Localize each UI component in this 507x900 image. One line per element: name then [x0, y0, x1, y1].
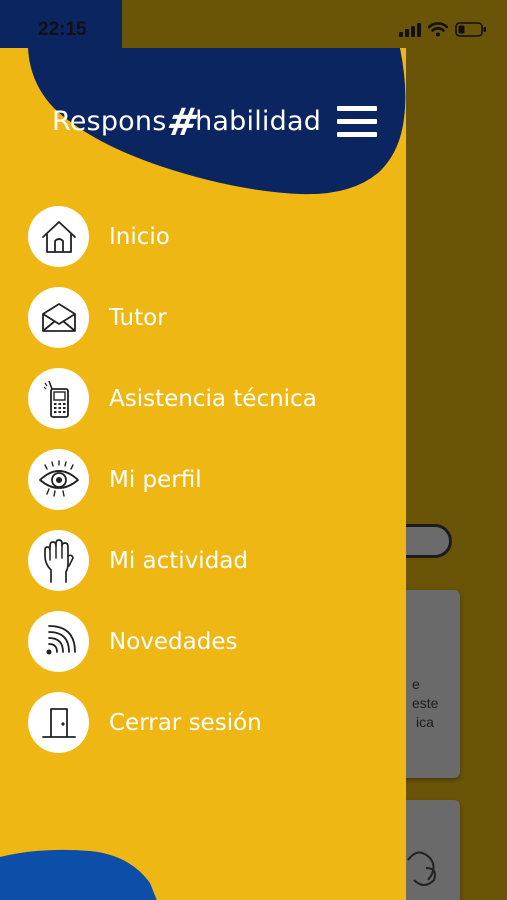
- menu-label: Inicio: [109, 223, 170, 250]
- menu-icon-badge: [28, 287, 89, 348]
- menu-item-asistencia-tecnica[interactable]: Asistencia técnica: [28, 368, 388, 429]
- hamburger-bar: [337, 132, 377, 137]
- door-icon: [41, 707, 76, 738]
- phone-icon: [43, 380, 69, 418]
- app-screen: e este ica 22:15 Respons # habilidad Ini…: [0, 0, 507, 900]
- status-time: 22:15: [38, 19, 87, 40]
- logo-text-part2: habilidad: [195, 106, 322, 137]
- app-logo: Respons # habilidad: [52, 99, 322, 144]
- battery-icon: [455, 22, 486, 37]
- menu-label: Asistencia técnica: [109, 385, 317, 412]
- menu-icon-badge: [28, 449, 89, 510]
- menu-item-cerrar-sesion[interactable]: Cerrar sesión: [28, 692, 388, 753]
- menu-item-mi-actividad[interactable]: Mi actividad: [28, 530, 388, 591]
- hamburger-bar: [337, 119, 377, 124]
- status-bar: 22:15: [0, 0, 507, 48]
- menu-item-inicio[interactable]: Inicio: [28, 206, 388, 267]
- navigation-drawer: Respons # habilidad Inicio Tutor Asisten…: [0, 48, 406, 900]
- background-illustration: [407, 851, 436, 886]
- menu-label: Novedades: [109, 628, 238, 655]
- hand-icon: [43, 538, 74, 583]
- menu-label: Mi actividad: [109, 547, 248, 574]
- menu-icon-badge: [28, 530, 89, 591]
- menu-item-novedades[interactable]: Novedades: [28, 611, 388, 672]
- hamburger-bar: [337, 106, 377, 111]
- footer-blob: [0, 849, 157, 900]
- eye-icon: [38, 459, 79, 497]
- wifi-signal-icon: [46, 624, 76, 654]
- home-icon: [41, 220, 76, 253]
- menu-item-tutor[interactable]: Tutor: [28, 287, 388, 348]
- logo-hash: #: [164, 99, 198, 144]
- menu-label: Mi perfil: [109, 466, 202, 493]
- wifi-icon: [428, 22, 448, 37]
- logo-text-part1: Respons: [52, 106, 167, 137]
- menu-icon-badge: [28, 611, 89, 672]
- menu-item-mi-perfil[interactable]: Mi perfil: [28, 449, 388, 510]
- menu-label: Tutor: [109, 304, 167, 331]
- menu-icon-badge: [28, 692, 89, 753]
- menu-icon-badge: [28, 206, 89, 267]
- menu-icon-badge: [28, 368, 89, 429]
- menu-toggle-button[interactable]: [337, 104, 377, 140]
- cellular-signal-icon: [399, 22, 421, 37]
- status-icons: [399, 22, 487, 37]
- envelope-icon: [41, 302, 76, 332]
- menu-label: Cerrar sesión: [109, 709, 262, 736]
- drawer-menu: Inicio Tutor Asistencia técnica Mi perfi…: [28, 206, 388, 773]
